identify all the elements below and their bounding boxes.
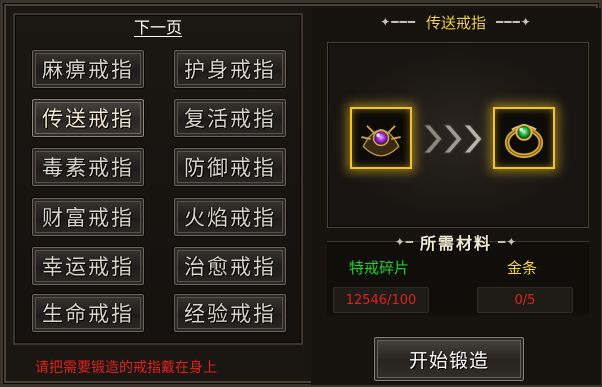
- ring-button-poison[interactable]: 毒素戒指: [31, 147, 145, 187]
- ring-button-defense[interactable]: 防御戒指: [173, 147, 287, 187]
- materials-title: 所需材料: [419, 234, 492, 253]
- materials-header: ✦━ 所需材料 ━✦: [381, 231, 531, 253]
- material-name-fragment: 特戒碎片: [349, 259, 410, 277]
- purple-gem-ring-icon: [361, 125, 401, 157]
- source-ring-slot[interactable]: [350, 107, 412, 169]
- next-page-link[interactable]: 下一页: [113, 17, 203, 39]
- ring-button-paralysis[interactable]: 麻痹戒指: [31, 49, 145, 89]
- ring-button-flame[interactable]: 火焰戒指: [173, 197, 287, 237]
- forge-title: 传送戒指: [425, 13, 486, 32]
- forge-preview-box: [327, 42, 589, 228]
- ring-button-life[interactable]: 生命戒指: [31, 293, 145, 333]
- materials-ornament-right-icon: ━✦: [498, 235, 518, 249]
- upgrade-arrows-icon: [420, 121, 486, 157]
- forge-panel: ✦━━━ 传送戒指 ━━━✦ ✦━ 所需材料 ━✦ 特戒碎片 金条 12546/…: [311, 8, 601, 385]
- ring-button-healing[interactable]: 治愈戒指: [173, 246, 287, 286]
- ring-button-luck[interactable]: 幸运戒指: [31, 246, 145, 286]
- ring-button-protection[interactable]: 护身戒指: [173, 49, 287, 89]
- green-gem-ring-icon: [504, 123, 544, 159]
- materials-ornament-left-icon: ✦━: [394, 235, 414, 249]
- ring-button-revival[interactable]: 复活戒指: [173, 98, 287, 138]
- forge-title-bar: ✦━━━ 传送戒指 ━━━✦: [311, 8, 601, 36]
- material-count-fragment: 12546/100: [333, 287, 429, 313]
- material-count-gold-bar: 0/5: [477, 287, 573, 313]
- forge-window: 下一页 麻痹戒指 护身戒指 传送戒指 复活戒指 毒素戒指 防御戒指 财富戒指 火…: [0, 0, 602, 387]
- ring-button-experience[interactable]: 经验戒指: [173, 293, 287, 333]
- equip-hint-text: 请把需要锻造的戒指戴在身上: [35, 360, 217, 376]
- material-name-gold-bar: 金条: [507, 259, 538, 277]
- title-ornament-right-icon: ━━━✦: [496, 15, 532, 29]
- ring-button-wealth[interactable]: 财富戒指: [31, 197, 145, 237]
- title-ornament-left-icon: ✦━━━: [380, 15, 416, 29]
- target-ring-slot[interactable]: [493, 107, 555, 169]
- start-forge-button[interactable]: 开始锻造: [373, 336, 525, 382]
- ring-button-teleport[interactable]: 传送戒指: [31, 98, 145, 138]
